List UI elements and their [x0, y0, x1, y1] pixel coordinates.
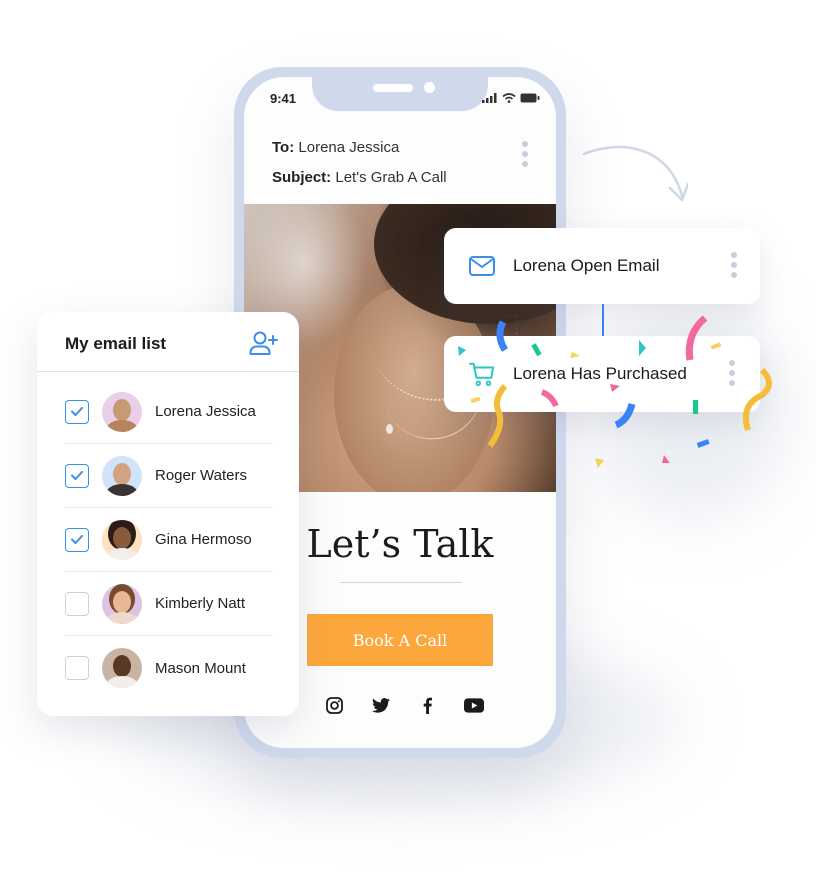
contact-row[interactable]: Kimberly Natt: [65, 572, 273, 636]
facebook-icon[interactable]: [417, 695, 437, 715]
notification-label: Lorena Open Email: [513, 256, 660, 275]
contact-list: Lorena Jessica Roger Waters Gina Hermoso…: [65, 380, 273, 700]
contact-row[interactable]: Mason Mount: [65, 636, 273, 700]
notification-open-email[interactable]: Lorena Open Email: [444, 228, 760, 304]
contact-checkbox[interactable]: [65, 656, 89, 680]
notification-more-icon[interactable]: [729, 360, 735, 386]
email-subject-value: Let's Grab A Call: [335, 169, 447, 186]
avatar: [102, 583, 142, 624]
speaker: [373, 84, 413, 92]
twitter-icon[interactable]: [371, 695, 391, 715]
contact-row[interactable]: Roger Waters: [65, 444, 273, 508]
header-divider: [37, 371, 299, 372]
status-time: 9:41: [270, 91, 297, 106]
wifi-icon: [502, 93, 516, 103]
email-subject: Subject: Let's Grab A Call: [272, 169, 447, 186]
avatar: [102, 455, 142, 496]
phone-notch: [312, 77, 488, 111]
status-icons: [482, 93, 540, 103]
email-to: To: Lorena Jessica: [272, 139, 400, 156]
avatar: [102, 519, 142, 560]
contact-name: Mason Mount: [155, 659, 246, 677]
contact-checkbox[interactable]: [65, 463, 89, 488]
notification-label: Lorena Has Purchased: [513, 364, 687, 383]
envelope-icon: [469, 256, 495, 276]
email-more-icon[interactable]: [522, 141, 528, 167]
avatar: [102, 648, 142, 688]
email-header: To: Lorena Jessica Subject: Let's Grab A…: [272, 133, 447, 193]
divider: [340, 582, 462, 583]
contact-name: Gina Hermoso: [155, 531, 252, 548]
notification-more-icon[interactable]: [731, 252, 737, 278]
cart-icon: [468, 362, 495, 387]
check-icon: [71, 471, 83, 480]
check-icon: [71, 535, 83, 544]
email-to-value: Lorena Jessica: [298, 139, 400, 156]
contact-name: Kimberly Natt: [155, 595, 246, 612]
youtube-icon[interactable]: [463, 695, 484, 715]
signal-icon: [482, 93, 497, 103]
email-list-title: My email list: [65, 334, 167, 353]
battery-icon: [520, 93, 540, 103]
contact-row[interactable]: Lorena Jessica: [65, 380, 273, 444]
check-icon: [71, 407, 83, 416]
avatar: [102, 391, 142, 432]
book-a-call-button[interactable]: Book A Call: [307, 614, 493, 666]
instagram-icon[interactable]: [324, 695, 344, 715]
contact-row[interactable]: Gina Hermoso: [65, 508, 273, 572]
contact-name: Lorena Jessica: [155, 403, 256, 420]
camera: [424, 82, 435, 93]
social-links: [324, 695, 484, 715]
contact-name: Roger Waters: [155, 467, 247, 484]
contact-checkbox[interactable]: [65, 399, 89, 424]
contact-checkbox[interactable]: [65, 591, 89, 616]
curved-arrow-icon: [582, 145, 688, 202]
email-list-card: My email list Lorena Jessica Roger Water…: [37, 312, 299, 716]
user-plus-icon[interactable]: [249, 330, 279, 356]
contact-checkbox[interactable]: [65, 527, 89, 552]
flow-connector: [602, 304, 604, 336]
notification-purchased[interactable]: Lorena Has Purchased: [444, 336, 760, 412]
